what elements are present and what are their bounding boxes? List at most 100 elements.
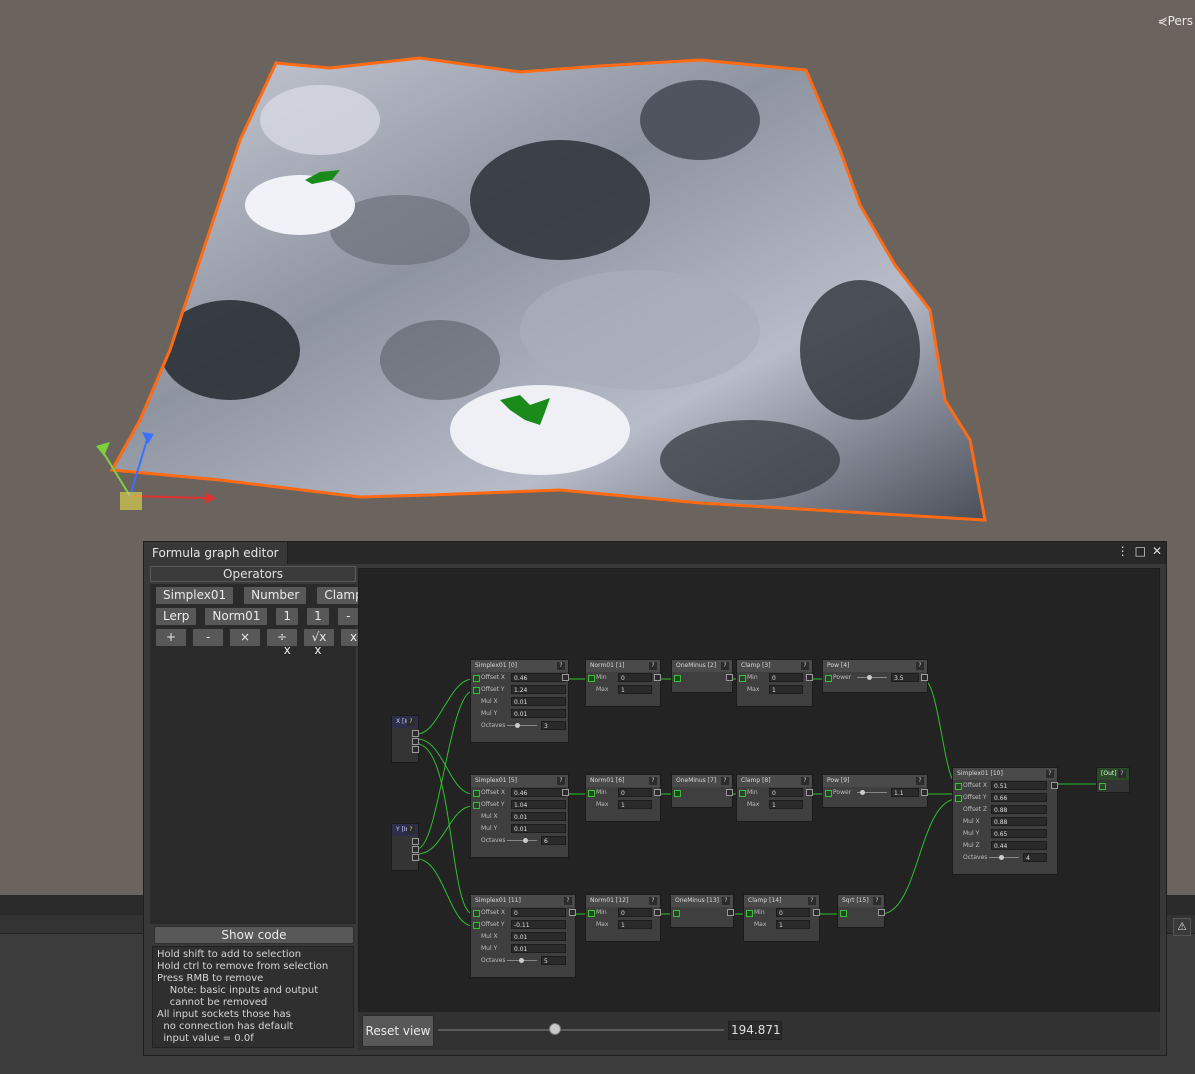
op-simplex01-button[interactable]: Simplex01	[155, 586, 235, 605]
help-icon[interactable]: ?	[721, 662, 729, 670]
op-number-button[interactable]: Number	[243, 586, 308, 605]
help-icon[interactable]: ?	[1118, 770, 1126, 778]
help-icon[interactable]: ?	[649, 662, 657, 670]
offset-y-field[interactable]: 1.24	[511, 685, 566, 694]
op-norm01-button[interactable]: Norm01	[204, 607, 269, 626]
close-icon[interactable]: ✕	[1152, 544, 1162, 558]
help-icon[interactable]: ?	[557, 662, 565, 670]
output-socket[interactable]	[412, 854, 419, 861]
output-socket[interactable]	[412, 746, 419, 753]
warning-icon[interactable]: ⚠	[1173, 918, 1191, 936]
input-socket[interactable]	[825, 790, 832, 797]
output-socket[interactable]	[806, 789, 813, 796]
reset-view-button[interactable]: Reset view	[362, 1015, 434, 1047]
max-field[interactable]: 1	[769, 800, 803, 809]
input-socket[interactable]	[674, 790, 681, 797]
help-icon[interactable]: ?	[407, 718, 415, 726]
node-simplex01-10[interactable]: Simplex01 [10]? Offset X 0.51 Offset Y 0.6…	[952, 767, 1058, 875]
output-socket[interactable]	[412, 738, 419, 745]
help-icon[interactable]: ?	[873, 897, 881, 905]
output-socket[interactable]	[1051, 782, 1058, 789]
output-socket[interactable]	[412, 730, 419, 737]
input-socket[interactable]	[588, 675, 595, 682]
input-socket[interactable]	[746, 910, 753, 917]
offset-x-field[interactable]: 0.46	[511, 673, 566, 682]
input-socket[interactable]	[955, 783, 962, 790]
menu-icon[interactable]: ⋮	[1117, 544, 1129, 558]
power-field[interactable]: 1.1	[891, 788, 919, 797]
power-slider[interactable]	[857, 677, 887, 678]
mul-y-field[interactable]: 0.01	[511, 824, 566, 833]
output-socket[interactable]	[412, 838, 419, 845]
input-socket[interactable]	[739, 790, 746, 797]
window-tab[interactable]: Formula graph editor	[144, 542, 288, 564]
op-subtract-button[interactable]: -	[192, 628, 224, 647]
input-socket[interactable]	[473, 922, 480, 929]
zoom-slider[interactable]	[438, 1029, 724, 1031]
input-socket[interactable]	[825, 675, 832, 682]
input-socket[interactable]	[739, 675, 746, 682]
mul-x-field[interactable]: 0.88	[991, 817, 1047, 826]
help-icon[interactable]: ?	[1046, 770, 1054, 778]
help-icon[interactable]: ?	[916, 777, 924, 785]
output-socket[interactable]	[878, 909, 885, 916]
min-field[interactable]: 0	[769, 788, 803, 797]
op-one-minus-x-button[interactable]: 1 - x	[275, 607, 300, 657]
node-simplex01-5[interactable]: Simplex01 [5]? Offset X 0.46 Offset Y 1.04…	[470, 774, 569, 858]
octaves-field[interactable]: 3	[541, 721, 566, 730]
mul-x-field[interactable]: 0.01	[511, 812, 566, 821]
mul-x-field[interactable]: 0.01	[511, 697, 566, 706]
node-norm01-1[interactable]: Norm01 [1]? Min 0 Max 1	[585, 659, 661, 707]
zoom-slider-knob[interactable]	[549, 1023, 562, 1035]
output-socket[interactable]	[813, 909, 820, 916]
mul-y-field[interactable]: 0.01	[511, 709, 566, 718]
min-field[interactable]: 0	[769, 673, 803, 682]
max-field[interactable]: 1	[769, 685, 803, 694]
min-field[interactable]: 0	[618, 673, 652, 682]
slider-knob[interactable]	[523, 838, 528, 843]
node-pow-4[interactable]: Pow [4]? Power 3.5	[822, 659, 928, 693]
offset-z-field[interactable]: 0.88	[991, 805, 1047, 814]
octaves-slider[interactable]	[507, 840, 537, 841]
node-clamp-8[interactable]: Clamp [8]? Min 0 Max 1	[736, 774, 813, 822]
slider-knob[interactable]	[999, 855, 1004, 860]
max-field[interactable]: 1	[776, 920, 810, 929]
input-socket[interactable]	[588, 790, 595, 797]
help-icon[interactable]: ?	[801, 662, 809, 670]
node-norm01-6[interactable]: Norm01 [6]? Min 0 Max 1	[585, 774, 661, 822]
output-socket[interactable]	[654, 909, 661, 916]
op-negate-button[interactable]: -x	[336, 607, 360, 640]
min-field[interactable]: 0	[618, 908, 652, 917]
offset-x-field[interactable]: 0.51	[991, 781, 1047, 790]
input-socket[interactable]	[473, 790, 480, 797]
output-socket[interactable]	[654, 674, 661, 681]
octaves-slider[interactable]	[507, 725, 537, 726]
op-add-button[interactable]: +	[155, 628, 187, 647]
octaves-slider[interactable]	[989, 857, 1019, 858]
input-socket[interactable]	[588, 910, 595, 917]
perspective-label[interactable]: ⋞Pers	[1158, 14, 1193, 28]
node-x-in[interactable]: X [In]?	[391, 715, 419, 763]
op-divide-button[interactable]: ÷	[266, 628, 298, 647]
min-field[interactable]: 0	[776, 908, 810, 917]
maximize-icon[interactable]: □	[1135, 544, 1146, 558]
output-socket[interactable]	[562, 789, 569, 796]
mul-y-field[interactable]: 0.01	[511, 944, 566, 953]
max-field[interactable]: 1	[618, 800, 652, 809]
input-socket[interactable]	[473, 675, 480, 682]
input-socket[interactable]	[673, 910, 680, 917]
input-socket[interactable]	[473, 687, 480, 694]
output-socket[interactable]	[921, 789, 928, 796]
node-clamp-14[interactable]: Clamp [14]? Min 0 Max 1	[743, 894, 820, 942]
output-socket[interactable]	[806, 674, 813, 681]
help-icon[interactable]: ?	[407, 826, 415, 834]
node-simplex01-11[interactable]: Simplex01 [11]? Offset X0 Offset Y -0.11 …	[470, 894, 576, 978]
output-socket[interactable]	[727, 909, 734, 916]
offset-y-field[interactable]: -0.11	[511, 920, 566, 929]
output-socket[interactable]	[569, 909, 576, 916]
offset-y-field[interactable]: 0.66	[991, 793, 1047, 802]
octaves-field[interactable]: 4	[1023, 853, 1047, 862]
help-icon[interactable]: ?	[649, 777, 657, 785]
input-socket[interactable]	[473, 802, 480, 809]
input-socket[interactable]	[1099, 783, 1106, 790]
